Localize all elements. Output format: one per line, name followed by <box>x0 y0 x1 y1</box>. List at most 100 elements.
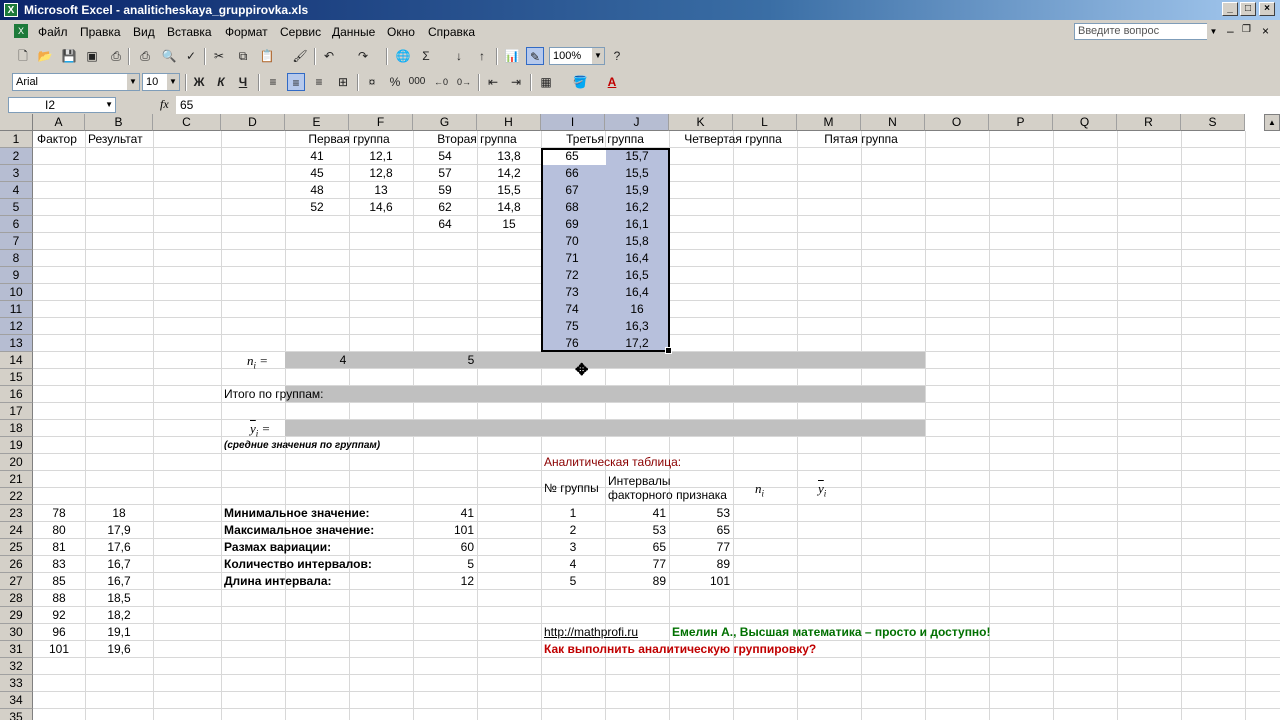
row-header-31[interactable]: 31 <box>0 641 33 658</box>
row-header-2[interactable]: 2 <box>0 148 33 165</box>
row-header-1[interactable]: 1 <box>0 131 33 148</box>
stat-max-label[interactable]: Максимальное значение: <box>224 522 374 539</box>
g2-x-cell[interactable]: 59 <box>413 182 477 199</box>
row-header-7[interactable]: 7 <box>0 233 33 250</box>
analytic-interval-to[interactable]: 53 <box>669 505 730 522</box>
g3-y-cell[interactable]: 16,4 <box>605 250 669 267</box>
analytic-interval-from[interactable]: 65 <box>605 539 666 556</box>
fill-color-icon[interactable]: 🪣 <box>571 73 589 91</box>
row-header-11[interactable]: 11 <box>0 301 33 318</box>
header-group-2[interactable]: Вторая группа <box>413 131 541 148</box>
column-header-h[interactable]: H <box>477 114 541 131</box>
g3-x-cell[interactable]: 73 <box>541 284 603 301</box>
g3-y-cell[interactable]: 16,3 <box>605 318 669 335</box>
sort-asc-icon[interactable]: ↓ <box>450 47 468 65</box>
result-cell[interactable]: 18 <box>85 505 153 522</box>
save-icon[interactable]: 💾 <box>60 47 78 65</box>
g3-x-cell[interactable]: 72 <box>541 267 603 284</box>
g2-x-cell[interactable]: 57 <box>413 165 477 182</box>
g3-y-cell[interactable]: 16,4 <box>605 284 669 301</box>
column-header-k[interactable]: K <box>669 114 733 131</box>
row-header-29[interactable]: 29 <box>0 607 33 624</box>
permission-icon[interactable]: ▣ <box>83 47 101 65</box>
site-link[interactable]: http://mathprofi.ru <box>544 624 638 641</box>
g1-x-cell[interactable]: 52 <box>285 199 349 216</box>
column-header-q[interactable]: Q <box>1053 114 1117 131</box>
chart-wizard-icon[interactable]: 📊 <box>503 47 521 65</box>
result-cell[interactable]: 17,6 <box>85 539 153 556</box>
g3-x-cell[interactable]: 71 <box>541 250 603 267</box>
hyperlink-icon[interactable]: 🌐 <box>394 47 412 65</box>
analytic-group-number[interactable]: 4 <box>541 556 605 573</box>
analytic-interval-to[interactable]: 65 <box>669 522 730 539</box>
column-header-m[interactable]: M <box>797 114 861 131</box>
preview-icon[interactable]: 🔍 <box>160 47 178 65</box>
italic-button[interactable]: К <box>212 73 230 91</box>
g3-y-cell[interactable]: 16 <box>605 301 669 318</box>
row-header-18[interactable]: 18 <box>0 420 33 437</box>
analytic-interval-from[interactable]: 89 <box>605 573 666 590</box>
factor-cell[interactable]: 81 <box>33 539 85 556</box>
ybar-label[interactable]: yi = <box>250 420 270 439</box>
menu-format[interactable]: Формат <box>225 25 268 39</box>
column-header-a[interactable]: A <box>33 114 85 131</box>
doc-close-button[interactable]: × <box>1262 24 1269 38</box>
g1-x-cell[interactable]: 48 <box>285 182 349 199</box>
row-header-3[interactable]: 3 <box>0 165 33 182</box>
header-group-5[interactable]: Пятая группа <box>797 131 925 148</box>
g3-y-cell[interactable]: 16,5 <box>605 267 669 284</box>
doc-minimize-button[interactable]: – <box>1227 24 1234 38</box>
g3-y-cell[interactable]: 15,9 <box>605 182 669 199</box>
g2-y-cell[interactable]: 13,8 <box>477 148 541 165</box>
g3-x-cell[interactable]: 75 <box>541 318 603 335</box>
result-cell[interactable]: 18,5 <box>85 590 153 607</box>
decrease-indent-icon[interactable]: ⇤ <box>484 73 502 91</box>
analytic-interval-to[interactable]: 89 <box>669 556 730 573</box>
menu-insert[interactable]: Вставка <box>167 25 212 39</box>
g3-x-cell[interactable]: 74 <box>541 301 603 318</box>
column-header-o[interactable]: O <box>925 114 989 131</box>
header-group-4[interactable]: Четвертая группа <box>669 131 797 148</box>
row-header-24[interactable]: 24 <box>0 522 33 539</box>
header-group-1[interactable]: Первая группа <box>285 131 413 148</box>
workbook-icon[interactable]: X <box>14 24 28 38</box>
g1-y-cell[interactable]: 14,6 <box>349 199 413 216</box>
thousands-button[interactable]: 000 <box>408 73 426 91</box>
redo-icon[interactable]: ↷ <box>354 47 372 65</box>
print-icon[interactable]: ⎙ <box>136 47 154 65</box>
percent-button[interactable]: % <box>386 73 404 91</box>
row-header-9[interactable]: 9 <box>0 267 33 284</box>
undo-icon[interactable]: ↶ <box>320 47 338 65</box>
font-color-icon[interactable]: A <box>603 73 621 91</box>
result-cell[interactable]: 16,7 <box>85 556 153 573</box>
factor-cell[interactable]: 96 <box>33 624 85 641</box>
column-header-f[interactable]: F <box>349 114 413 131</box>
ni-group-2[interactable]: 5 <box>413 352 529 369</box>
column-header-r[interactable]: R <box>1117 114 1181 131</box>
print-preview-icon[interactable]: ⎙ <box>107 47 125 65</box>
column-header-l[interactable]: L <box>733 114 797 131</box>
borders-icon[interactable]: ▦ <box>537 73 555 91</box>
result-cell[interactable]: 17,9 <box>85 522 153 539</box>
column-header-s[interactable]: S <box>1181 114 1245 131</box>
worksheet-grid[interactable]: A B C D E F G H I J K L M N O P Q R S ▲ … <box>0 114 1280 720</box>
analytic-interval-from[interactable]: 41 <box>605 505 666 522</box>
analytic-group-number[interactable]: 2 <box>541 522 605 539</box>
align-right-icon[interactable]: ≡ <box>310 73 328 91</box>
stat-min-value[interactable]: 41 <box>413 505 474 522</box>
column-header-b[interactable]: B <box>85 114 153 131</box>
menu-help[interactable]: Справка <box>428 25 475 39</box>
row-header-27[interactable]: 27 <box>0 573 33 590</box>
column-header-n[interactable]: N <box>861 114 925 131</box>
sort-desc-icon[interactable]: ↑ <box>473 47 491 65</box>
g1-y-cell[interactable]: 12,1 <box>349 148 413 165</box>
result-cell[interactable]: 19,6 <box>85 641 153 658</box>
spelling-icon[interactable]: ✓ <box>182 47 200 65</box>
g3-y-cell[interactable]: 17,2 <box>605 335 669 352</box>
row-header-25[interactable]: 25 <box>0 539 33 556</box>
doc-restore-button[interactable]: ❐ <box>1242 24 1251 35</box>
open-icon[interactable]: 📂 <box>36 47 54 65</box>
factor-cell[interactable]: 92 <box>33 607 85 624</box>
menu-file[interactable]: Файл <box>38 25 68 39</box>
g3-x-cell[interactable]: 68 <box>541 199 603 216</box>
